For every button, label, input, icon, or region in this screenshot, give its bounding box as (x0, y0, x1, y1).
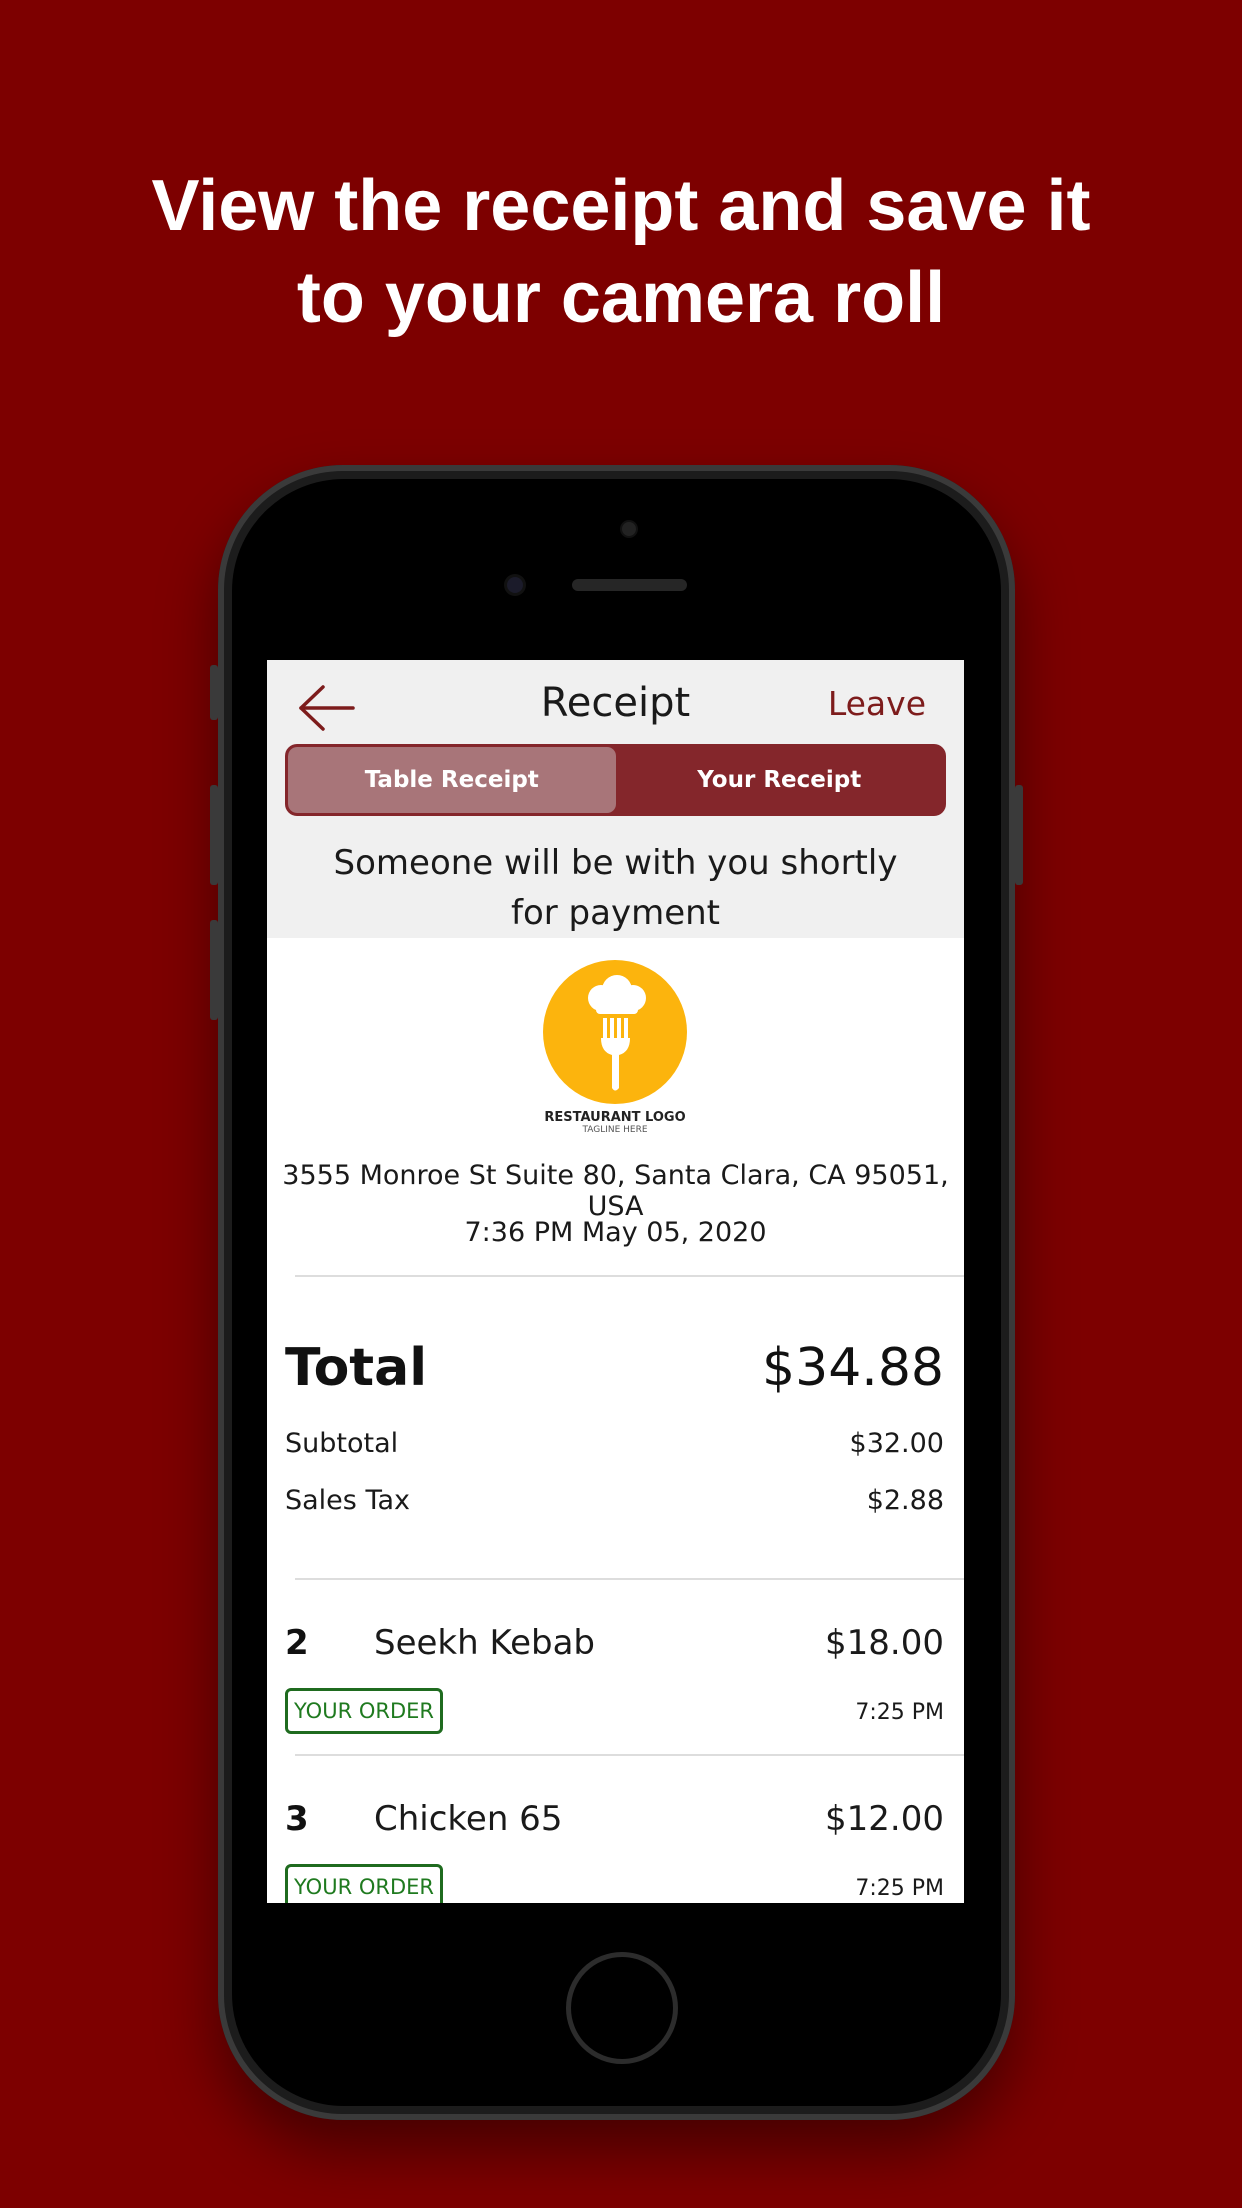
home-button[interactable] (566, 1952, 678, 2064)
headline: View the receipt and save it to your cam… (0, 160, 1242, 344)
receipt-segmented-control: Table Receipt Your Receipt (285, 744, 946, 816)
headline-line-1: View the receipt and save it (151, 166, 1091, 246)
restaurant-logo: RESTAURANT LOGO TAGLINE HERE (540, 960, 690, 1135)
sales-tax-label: Sales Tax (285, 1485, 410, 1516)
sales-tax-value: $2.88 (866, 1485, 944, 1516)
tab-your-receipt[interactable]: Your Receipt (616, 747, 944, 813)
chef-hat-fork-icon (588, 975, 646, 1091)
total-value: $34.88 (762, 1338, 944, 1398)
item-time: 7:25 PM (855, 1700, 944, 1725)
divider (295, 1754, 964, 1756)
volume-up-button (210, 785, 218, 885)
item-name: Seekh Kebab (374, 1623, 595, 1663)
receipt-datetime: 7:36 PM May 05, 2020 (464, 1217, 767, 1248)
logo-tagline: TAGLINE HERE (582, 1125, 648, 1135)
volume-down-button (210, 920, 218, 1020)
app-screen: Receipt Leave Table Receipt Your Receipt… (267, 660, 964, 1903)
logo-text: RESTAURANT LOGO (544, 1110, 686, 1125)
item-name: Chicken 65 (374, 1799, 563, 1839)
restaurant-address: 3555 Monroe St Suite 80, Santa Clara, CA… (282, 1160, 949, 1222)
mute-switch (210, 665, 218, 720)
your-order-badge: YOUR ORDER (285, 1864, 443, 1903)
divider (295, 1275, 964, 1277)
payment-notice: Someone will be with you shortly for pay… (267, 838, 964, 938)
earpiece-speaker (572, 579, 687, 591)
front-camera (507, 577, 523, 593)
leave-button[interactable]: Leave (828, 684, 926, 723)
item-quantity: 3 (285, 1799, 309, 1839)
notice-line-1: Someone will be with you shortly (333, 843, 898, 883)
notice-line-2: for payment (510, 893, 720, 933)
logo-circle (543, 960, 687, 1104)
subtotal-value: $32.00 (849, 1428, 944, 1459)
your-order-badge: YOUR ORDER (285, 1688, 443, 1734)
tab-table-receipt[interactable]: Table Receipt (288, 747, 616, 813)
power-button (1015, 785, 1023, 885)
proximity-sensor (622, 522, 636, 536)
total-label: Total (285, 1338, 428, 1398)
subtotal-label: Subtotal (285, 1428, 399, 1459)
headline-line-2: to your camera roll (296, 258, 946, 338)
item-quantity: 2 (285, 1623, 309, 1663)
item-time: 7:25 PM (855, 1876, 944, 1901)
item-price: $12.00 (825, 1799, 944, 1839)
item-price: $18.00 (825, 1623, 944, 1663)
divider (295, 1578, 964, 1580)
